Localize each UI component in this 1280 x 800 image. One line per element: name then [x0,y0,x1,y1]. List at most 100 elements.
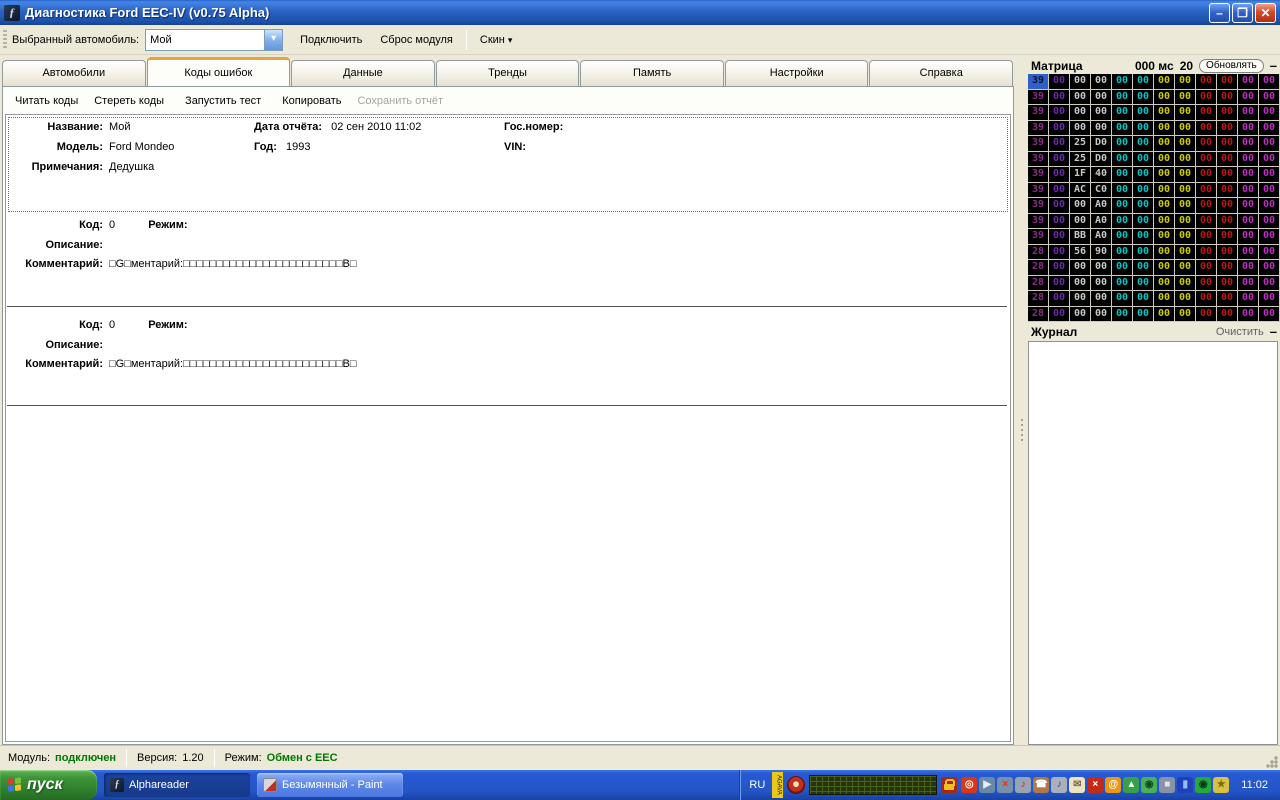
matrix-cell[interactable]: 39 [1028,152,1049,168]
tab-settings[interactable]: Настройки [725,60,869,86]
tab-trends[interactable]: Тренды [436,60,580,86]
matrix-cell[interactable]: 00 [1196,90,1217,106]
matrix-cell[interactable]: 00 [1217,291,1238,307]
rocket-icon[interactable]: ▶ [979,777,995,793]
copy-button[interactable]: Копировать [274,91,349,111]
matrix-cell[interactable]: 00 [1049,183,1070,199]
chevron-down-icon[interactable]: ▾ [264,30,282,50]
matrix-cell[interactable]: 00 [1238,276,1259,292]
matrix-cell[interactable]: 00 [1196,121,1217,137]
matrix-cell[interactable]: 00 [1133,229,1154,245]
read-codes-button[interactable]: Читать коды [7,91,86,111]
matrix-cell[interactable]: 00 [1238,136,1259,152]
matrix-cell[interactable]: 00 [1070,105,1091,121]
matrix-cell[interactable]: 00 [1133,214,1154,230]
matrix-cell[interactable]: 00 [1154,291,1175,307]
matrix-cell[interactable]: 00 [1133,90,1154,106]
matrix-cell[interactable]: 00 [1238,229,1259,245]
matrix-cell[interactable]: 00 [1196,136,1217,152]
matrix-cell[interactable]: 00 [1175,214,1196,230]
matrix-cell[interactable]: 00 [1175,121,1196,137]
matrix-cell[interactable]: 00 [1196,276,1217,292]
matrix-cell[interactable]: 00 [1091,105,1112,121]
matrix-cell[interactable]: 00 [1259,152,1280,168]
matrix-cell[interactable]: 00 [1112,90,1133,106]
matrix-cell[interactable]: 00 [1259,307,1280,323]
matrix-cell[interactable]: 00 [1133,152,1154,168]
matrix-cell[interactable]: 00 [1238,105,1259,121]
matrix-cell[interactable]: 00 [1112,136,1133,152]
matrix-cell[interactable]: 39 [1028,74,1049,90]
matrix-cell[interactable]: 00 [1238,90,1259,106]
matrix-cell[interactable]: 00 [1112,105,1133,121]
matrix-cell[interactable]: 00 [1133,121,1154,137]
matrix-cell[interactable]: 00 [1175,307,1196,323]
matrix-cell[interactable]: 28 [1028,291,1049,307]
tab-error-codes[interactable]: Коды ошибок [147,57,291,86]
matrix-cell[interactable]: 00 [1112,245,1133,261]
matrix-cell[interactable]: 00 [1049,198,1070,214]
matrix-cell[interactable]: 00 [1154,276,1175,292]
matrix-cell[interactable]: 00 [1196,229,1217,245]
journal-clear-button[interactable]: Очистить [1216,326,1264,338]
matrix-cell[interactable]: 00 [1154,121,1175,137]
matrix-cell[interactable]: 00 [1238,183,1259,199]
display-icon[interactable]: ■ [1159,777,1175,793]
matrix-cell[interactable]: 39 [1028,121,1049,137]
matrix-cell[interactable]: 00 [1196,245,1217,261]
matrix-cell[interactable]: 00 [1049,90,1070,106]
run-test-button[interactable]: Запустить тест [177,91,269,111]
tab-vehicles[interactable]: Автомобили [2,60,146,86]
matrix-cell[interactable]: 00 [1238,74,1259,90]
matrix-cell[interactable]: 00 [1049,229,1070,245]
matrix-cell[interactable]: 00 [1217,105,1238,121]
matrix-cell[interactable]: 00 [1133,245,1154,261]
matrix-cell[interactable]: 00 [1238,214,1259,230]
matrix-cell[interactable]: 00 [1091,90,1112,106]
matrix-cell[interactable]: 00 [1154,136,1175,152]
taskbar-item-paint[interactable]: Безымянный - Paint [257,773,403,797]
matrix-cell[interactable]: 00 [1112,307,1133,323]
matrix-cell[interactable]: 00 [1217,90,1238,106]
matrix-cell[interactable]: BB [1070,229,1091,245]
matrix-cell[interactable]: 00 [1196,167,1217,183]
matrix-cell[interactable]: 00 [1217,260,1238,276]
matrix-cell[interactable]: A0 [1091,214,1112,230]
tab-help[interactable]: Справка [869,60,1013,86]
matrix-cell[interactable]: 00 [1070,260,1091,276]
usb-eject-icon[interactable]: ▲ [1123,777,1139,793]
matrix-cell[interactable]: 39 [1028,214,1049,230]
reset-module-button[interactable]: Сброс модуля [371,30,462,50]
volume-icon[interactable]: ♪ [1051,777,1067,793]
matrix-cell[interactable]: 00 [1196,291,1217,307]
matrix-cell[interactable]: 00 [1259,214,1280,230]
lock-icon[interactable] [941,777,957,793]
matrix-cell[interactable]: 00 [1070,291,1091,307]
matrix-cell[interactable]: 00 [1091,291,1112,307]
matrix-cell[interactable]: 00 [1112,291,1133,307]
matrix-cell[interactable]: 00 [1259,198,1280,214]
antivirus-icon[interactable]: ◉ [1141,777,1157,793]
matrix-cell[interactable]: 00 [1196,198,1217,214]
matrix-cell[interactable]: 00 [1154,245,1175,261]
matrix-cell[interactable]: 00 [1175,90,1196,106]
matrix-cell[interactable]: 25 [1070,152,1091,168]
matrix-cell[interactable]: 00 [1049,121,1070,137]
matrix-cell[interactable]: 56 [1070,245,1091,261]
matrix-cell[interactable]: 00 [1049,307,1070,323]
matrix-cell[interactable]: 00 [1217,136,1238,152]
matrix-cell[interactable]: 00 [1217,307,1238,323]
matrix-cell[interactable]: D0 [1091,136,1112,152]
matrix-cell[interactable]: 00 [1259,229,1280,245]
matrix-cell[interactable]: 00 [1217,121,1238,137]
matrix-cell[interactable]: 00 [1259,183,1280,199]
erase-codes-button[interactable]: Стереть коды [86,91,172,111]
matrix-cell[interactable]: 00 [1175,291,1196,307]
maximize-button[interactable]: ❐ [1232,3,1253,23]
matrix-cell[interactable]: 00 [1238,152,1259,168]
matrix-cell[interactable]: 00 [1070,198,1091,214]
matrix-cell[interactable]: 00 [1154,260,1175,276]
matrix-cell[interactable]: 00 [1049,105,1070,121]
matrix-cell[interactable]: 00 [1154,105,1175,121]
matrix-cell[interactable]: 00 [1217,74,1238,90]
